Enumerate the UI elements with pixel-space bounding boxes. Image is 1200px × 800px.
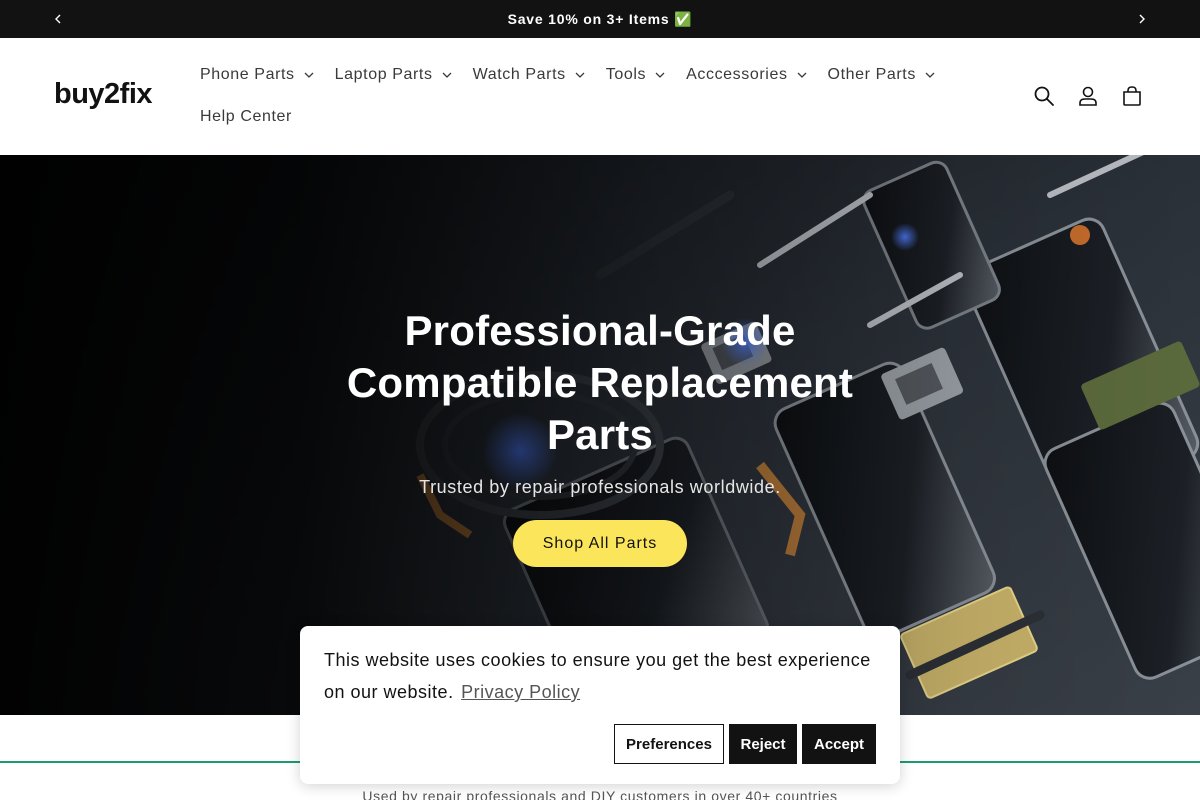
hero-subtitle: Trusted by repair professionals worldwid… — [419, 477, 781, 497]
hero-content: Professional-Grade Compatible Replacemen… — [300, 305, 900, 567]
cart-button[interactable] — [1110, 78, 1154, 114]
nav-item-laptop-parts[interactable]: Laptop Parts — [335, 66, 452, 84]
chevron-down-icon — [925, 72, 935, 78]
main-nav: Phone Parts Laptop Parts Watch Parts Too… — [200, 56, 935, 136]
chevron-down-icon — [304, 72, 314, 78]
header-icons — [1022, 78, 1154, 114]
nav-item-label: Other Parts — [827, 66, 916, 83]
announcement-bar: Save 10% on 3+ Items ✅ — [0, 0, 1200, 38]
account-button[interactable] — [1066, 78, 1110, 114]
search-button[interactable] — [1022, 78, 1066, 114]
announcement-prev-button[interactable] — [38, 0, 78, 38]
trust-text: Used by repair professionals and DIY cus… — [362, 788, 838, 800]
nav-item-accessories[interactable]: Acccessories — [686, 66, 807, 84]
cookie-banner: This website uses cookies to ensure you … — [300, 626, 900, 784]
account-icon — [1079, 86, 1097, 106]
chevron-down-icon — [797, 72, 807, 78]
nav-item-label: Acccessories — [686, 66, 788, 83]
nav-item-label: Phone Parts — [200, 66, 295, 83]
nav-item-watch-parts[interactable]: Watch Parts — [473, 66, 585, 84]
nav-item-tools[interactable]: Tools — [606, 66, 665, 84]
hero-title: Professional-Grade Compatible Replacemen… — [346, 307, 854, 458]
chevron-down-icon — [655, 72, 665, 78]
announcement-next-button[interactable] — [1122, 0, 1162, 38]
cookie-message-container: This website uses cookies to ensure you … — [324, 644, 884, 708]
cookie-accept-button[interactable]: Accept — [802, 724, 876, 764]
privacy-policy-link[interactable]: Privacy Policy — [461, 682, 580, 702]
nav-item-label: Help Center — [200, 108, 292, 125]
nav-item-phone-parts[interactable]: Phone Parts — [200, 66, 314, 84]
chevron-down-icon — [575, 72, 585, 78]
shop-all-parts-button[interactable]: Shop All Parts — [512, 520, 688, 567]
nav-item-other-parts[interactable]: Other Parts — [828, 66, 935, 84]
announcement-text: Save 10% on 3+ Items ✅ — [507, 10, 693, 27]
nav-item-label: Tools — [605, 66, 647, 83]
cookie-reject-button[interactable]: Reject — [729, 724, 797, 764]
nav-item-label: Watch Parts — [472, 66, 566, 83]
chevron-left-icon — [55, 14, 61, 24]
nav-item-label: Laptop Parts — [334, 66, 433, 83]
search-icon — [1034, 86, 1054, 106]
chevron-down-icon — [442, 72, 452, 78]
nav-item-help-center[interactable]: Help Center — [200, 108, 292, 126]
cart-icon — [1123, 86, 1141, 106]
site-header: buy2fix Phone Parts Laptop Parts Watch P… — [0, 38, 1200, 155]
cookie-message: This website uses cookies to ensure you … — [324, 650, 871, 702]
site-logo[interactable]: buy2fix — [54, 78, 153, 111]
cookie-preferences-button[interactable]: Preferences — [614, 724, 724, 764]
cookie-actions: Preferences Reject Accept — [609, 724, 876, 764]
chevron-right-icon — [1139, 14, 1145, 24]
